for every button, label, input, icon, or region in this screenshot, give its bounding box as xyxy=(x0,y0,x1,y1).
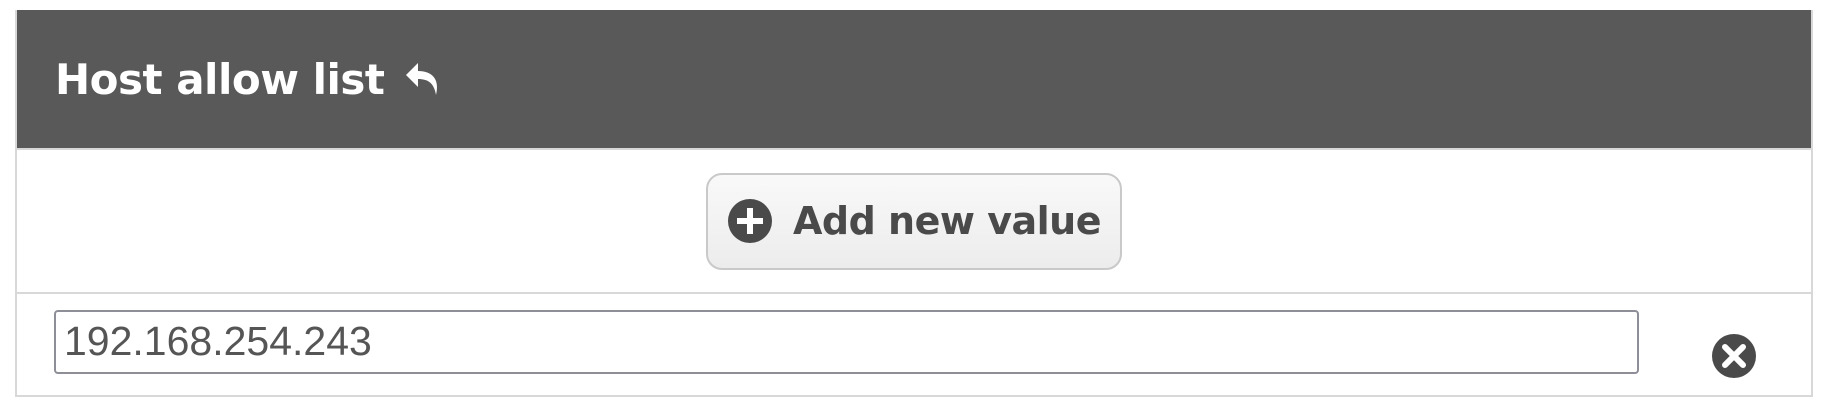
panel-header: Host allow list xyxy=(17,10,1811,148)
close-circle-icon[interactable] xyxy=(1711,333,1757,379)
undo-icon[interactable] xyxy=(402,57,446,101)
list-item xyxy=(17,294,1811,395)
add-new-value-button[interactable]: Add new value xyxy=(706,172,1122,270)
host-value-input[interactable] xyxy=(54,309,1639,374)
panel-title: Host allow list xyxy=(55,54,385,104)
plus-circle-icon xyxy=(727,198,773,244)
add-new-value-label: Add new value xyxy=(793,199,1101,243)
add-value-row: Add new value xyxy=(17,148,1811,294)
host-allow-list-panel: Host allow list Add new value xyxy=(15,10,1813,397)
